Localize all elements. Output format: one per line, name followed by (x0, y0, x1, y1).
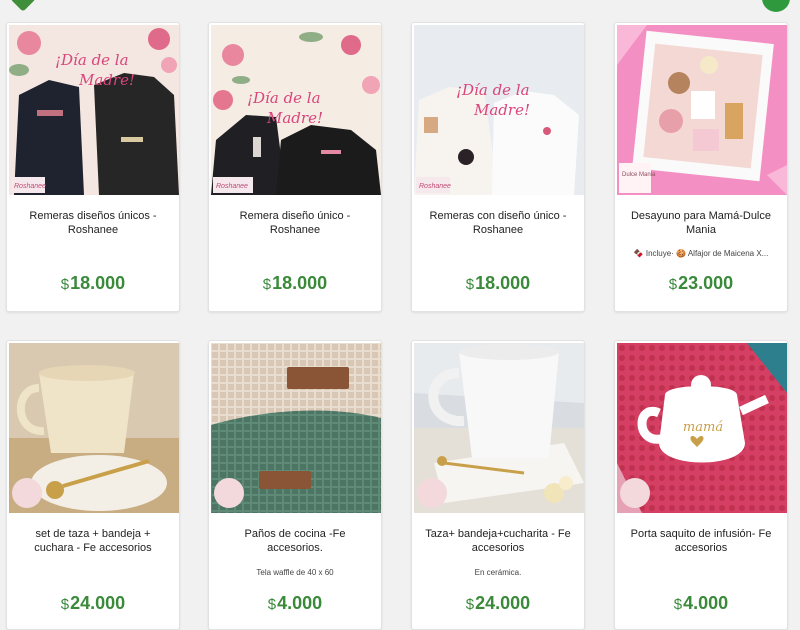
product-description: En cerámica. (474, 568, 522, 577)
image-text: ¡Día de la (247, 89, 321, 107)
brand-logo-text: Roshanee (419, 183, 451, 190)
image-text: ¡Día de la (55, 51, 129, 69)
product-price: $4.000 (209, 593, 381, 614)
product-card[interactable]: ¡Día de la Madre! Roshanee Remera diseño… (208, 22, 382, 312)
price-value: 24.000 (70, 593, 126, 613)
product-card[interactable]: ¡Día de la Madre! Roshanee Remeras con d… (411, 22, 585, 312)
product-price: $4.000 (615, 593, 787, 614)
image-text: Madre! (78, 71, 135, 89)
product-image[interactable] (211, 343, 381, 513)
price-value: 18.000 (475, 273, 531, 293)
currency-symbol: $ (668, 276, 678, 293)
product-title[interactable]: Porta saquito de infusión- Fe accesorios (623, 527, 779, 555)
product-title[interactable]: Remeras con diseño único - Roshanee (420, 209, 576, 237)
brand-logo-text: Dulce Mania (622, 172, 656, 178)
product-image[interactable]: Dulce Mania (617, 25, 787, 195)
product-image[interactable]: ¡Día de la Madre! Roshanee (211, 25, 381, 195)
product-card[interactable]: mamá Porta saquito de infusión- Fe acces… (614, 340, 788, 630)
product-title[interactable]: Paños de cocina -Fe accesorios. (217, 527, 373, 555)
product-price: $24.000 (412, 593, 584, 614)
product-card[interactable]: Dulce Mania Desayuno para Mamá-Dulce Man… (614, 22, 788, 312)
product-image[interactable] (414, 343, 584, 513)
currency-symbol: $ (60, 596, 70, 613)
price-value: 18.000 (272, 273, 328, 293)
product-image[interactable]: mamá (617, 343, 787, 513)
product-card[interactable]: set de taza + bandeja + cuchara - Fe acc… (6, 340, 180, 630)
image-text: Madre! (266, 109, 323, 127)
price-value: 4.000 (277, 593, 323, 613)
price-value: 4.000 (683, 593, 729, 613)
product-price: $23.000 (615, 273, 787, 294)
product-grid: ¡Día de la Madre! Roshanee Remeras diseñ… (0, 0, 800, 630)
product-title[interactable]: set de taza + bandeja + cuchara - Fe acc… (15, 527, 171, 555)
product-title[interactable]: Taza+ bandeja+cucharita - Fe accesorios (420, 527, 576, 555)
product-card[interactable]: Paños de cocina -Fe accesorios. Tela waf… (208, 340, 382, 630)
product-title[interactable]: Remeras diseños únicos - Roshanee (15, 209, 171, 237)
currency-symbol: $ (262, 276, 272, 293)
brand-logo-text: Roshanee (216, 183, 248, 190)
image-text: ¡Día de la (456, 81, 530, 99)
product-description: Tela waffle de 40 x 60 (256, 568, 334, 577)
product-image[interactable]: ¡Día de la Madre! Roshanee (414, 25, 584, 195)
product-card[interactable]: Taza+ bandeja+cucharita - Fe accesorios … (411, 340, 585, 630)
product-price: $18.000 (7, 273, 179, 294)
product-description: 🍫 Incluye· 🍪 Alfajor de Maicena X... (633, 249, 769, 258)
image-text: Madre! (473, 101, 530, 119)
product-title[interactable]: Remera diseño único - Roshanee (217, 209, 373, 237)
product-price: $24.000 (7, 593, 179, 614)
product-card[interactable]: ¡Día de la Madre! Roshanee Remeras diseñ… (6, 22, 180, 312)
currency-symbol: $ (60, 276, 70, 293)
product-image[interactable]: ¡Día de la Madre! Roshanee (9, 25, 179, 195)
product-price: $18.000 (209, 273, 381, 294)
image-text: mamá (683, 420, 723, 435)
price-value: 23.000 (678, 273, 734, 293)
currency-symbol: $ (465, 276, 475, 293)
price-value: 24.000 (475, 593, 531, 613)
currency-symbol: $ (465, 596, 475, 613)
currency-symbol: $ (673, 596, 683, 613)
product-price: $18.000 (412, 273, 584, 294)
currency-symbol: $ (267, 596, 277, 613)
product-image[interactable] (9, 343, 179, 513)
product-title[interactable]: Desayuno para Mamá-Dulce Mania (623, 209, 779, 237)
price-value: 18.000 (70, 273, 126, 293)
brand-logo-text: Roshanee (14, 183, 46, 190)
